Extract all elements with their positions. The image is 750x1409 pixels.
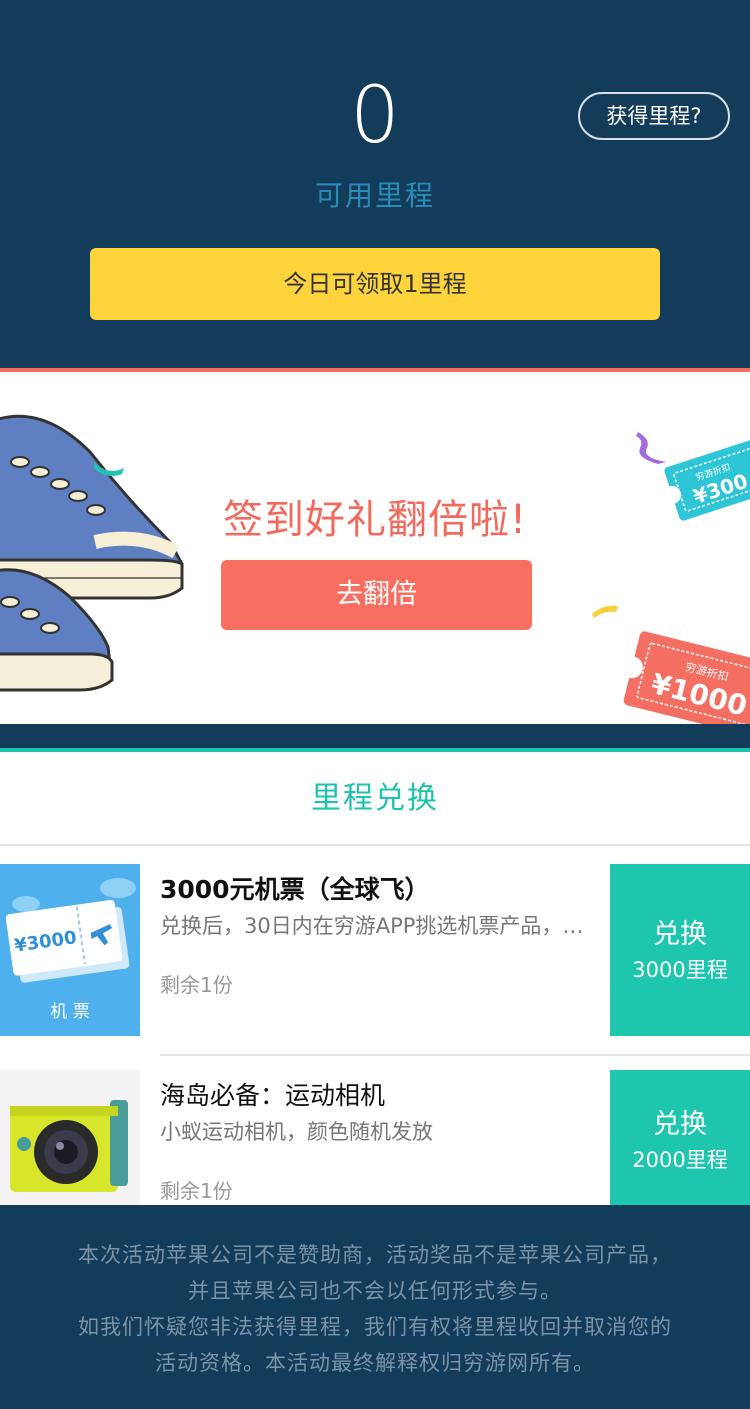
coupon-1000-image: 穷游折扣 ¥1000 — [620, 631, 750, 724]
disclaimer-line: 如我们怀疑您非法获得里程，我们有权将里程收回并取消您的 — [78, 1315, 672, 1339]
claim-daily-miles-button[interactable]: 今日可领取1里程 — [90, 248, 660, 320]
item-name: 3000元机票（全球飞） — [160, 875, 430, 904]
redeem-label: 兑换 — [653, 919, 707, 950]
ticket-image-caption: 机 票 — [50, 1002, 90, 1022]
disclaimer-line: 活动资格。本活动最终解释权归穷游网所有。 — [155, 1351, 595, 1375]
banner-title: 签到好礼翻倍啦! — [222, 497, 528, 543]
miles-exchange-section: 里程兑换 ¥3000 机 票 3000元机票（全球飞） 兑换后，30日内在穷游A… — [0, 748, 750, 1205]
item-name: 海岛必备：运动相机 — [160, 1081, 386, 1110]
disclaimer-footer: 本次活动苹果公司不是赞助商，活动奖品不是苹果公司产品， 并且苹果公司也不会以任何… — [0, 1205, 750, 1409]
action-camera-image — [0, 1070, 140, 1205]
redeem-cost: 3000里程 — [632, 958, 728, 982]
exchange-item-action-camera[interactable]: 海岛必备：运动相机 小蚁运动相机，颜色随机发放 剩余1份 兑换 2000里程 — [0, 1070, 750, 1205]
item-stock: 剩余1份 — [160, 973, 233, 997]
redeem-label: 兑换 — [653, 1109, 707, 1140]
item-stock: 剩余1份 — [160, 1179, 233, 1203]
double-reward-banner[interactable]: 穷游折扣 ¥300 穷游折扣 ¥1000 签到好礼翻倍啦! 去翻倍 — [0, 368, 750, 724]
item-description: 小蚁运动相机，颜色随机发放 — [160, 1120, 433, 1144]
teal-confetti-icon — [94, 462, 124, 476]
camera-art — [10, 1100, 128, 1192]
yellow-confetti-icon — [592, 605, 618, 618]
flight-ticket-image: ¥3000 机 票 — [0, 864, 140, 1036]
redeem-cost: 2000里程 — [632, 1148, 728, 1172]
section-divider — [0, 724, 750, 748]
how-to-get-miles-button[interactable]: 获得里程? — [578, 92, 730, 140]
exchange-item-flight-ticket[interactable]: ¥3000 机 票 3000元机票（全球飞） 兑换后，30日内在穷游APP挑选机… — [0, 864, 750, 1036]
redeem-flight-ticket-button[interactable]: 兑换 3000里程 — [610, 864, 750, 1036]
redeem-action-camera-button[interactable]: 兑换 2000里程 — [610, 1070, 750, 1205]
miles-header: 0 可用里程 获得里程? 今日可领取1里程 — [0, 0, 750, 368]
available-miles-caption: 可用里程 — [314, 179, 435, 212]
item-description: 兑换后，30日内在穷游APP挑选机票产品，可获全额报销 — [160, 914, 600, 938]
disclaimer-line: 本次活动苹果公司不是赞助商，活动奖品不是苹果公司产品， — [78, 1243, 672, 1267]
exchange-title: 里程兑换 — [0, 752, 750, 846]
double-reward-button[interactable]: 去翻倍 — [221, 560, 532, 630]
item-divider — [160, 1054, 750, 1056]
disclaimer-line: 并且苹果公司也不会以任何形式参与。 — [188, 1279, 562, 1303]
